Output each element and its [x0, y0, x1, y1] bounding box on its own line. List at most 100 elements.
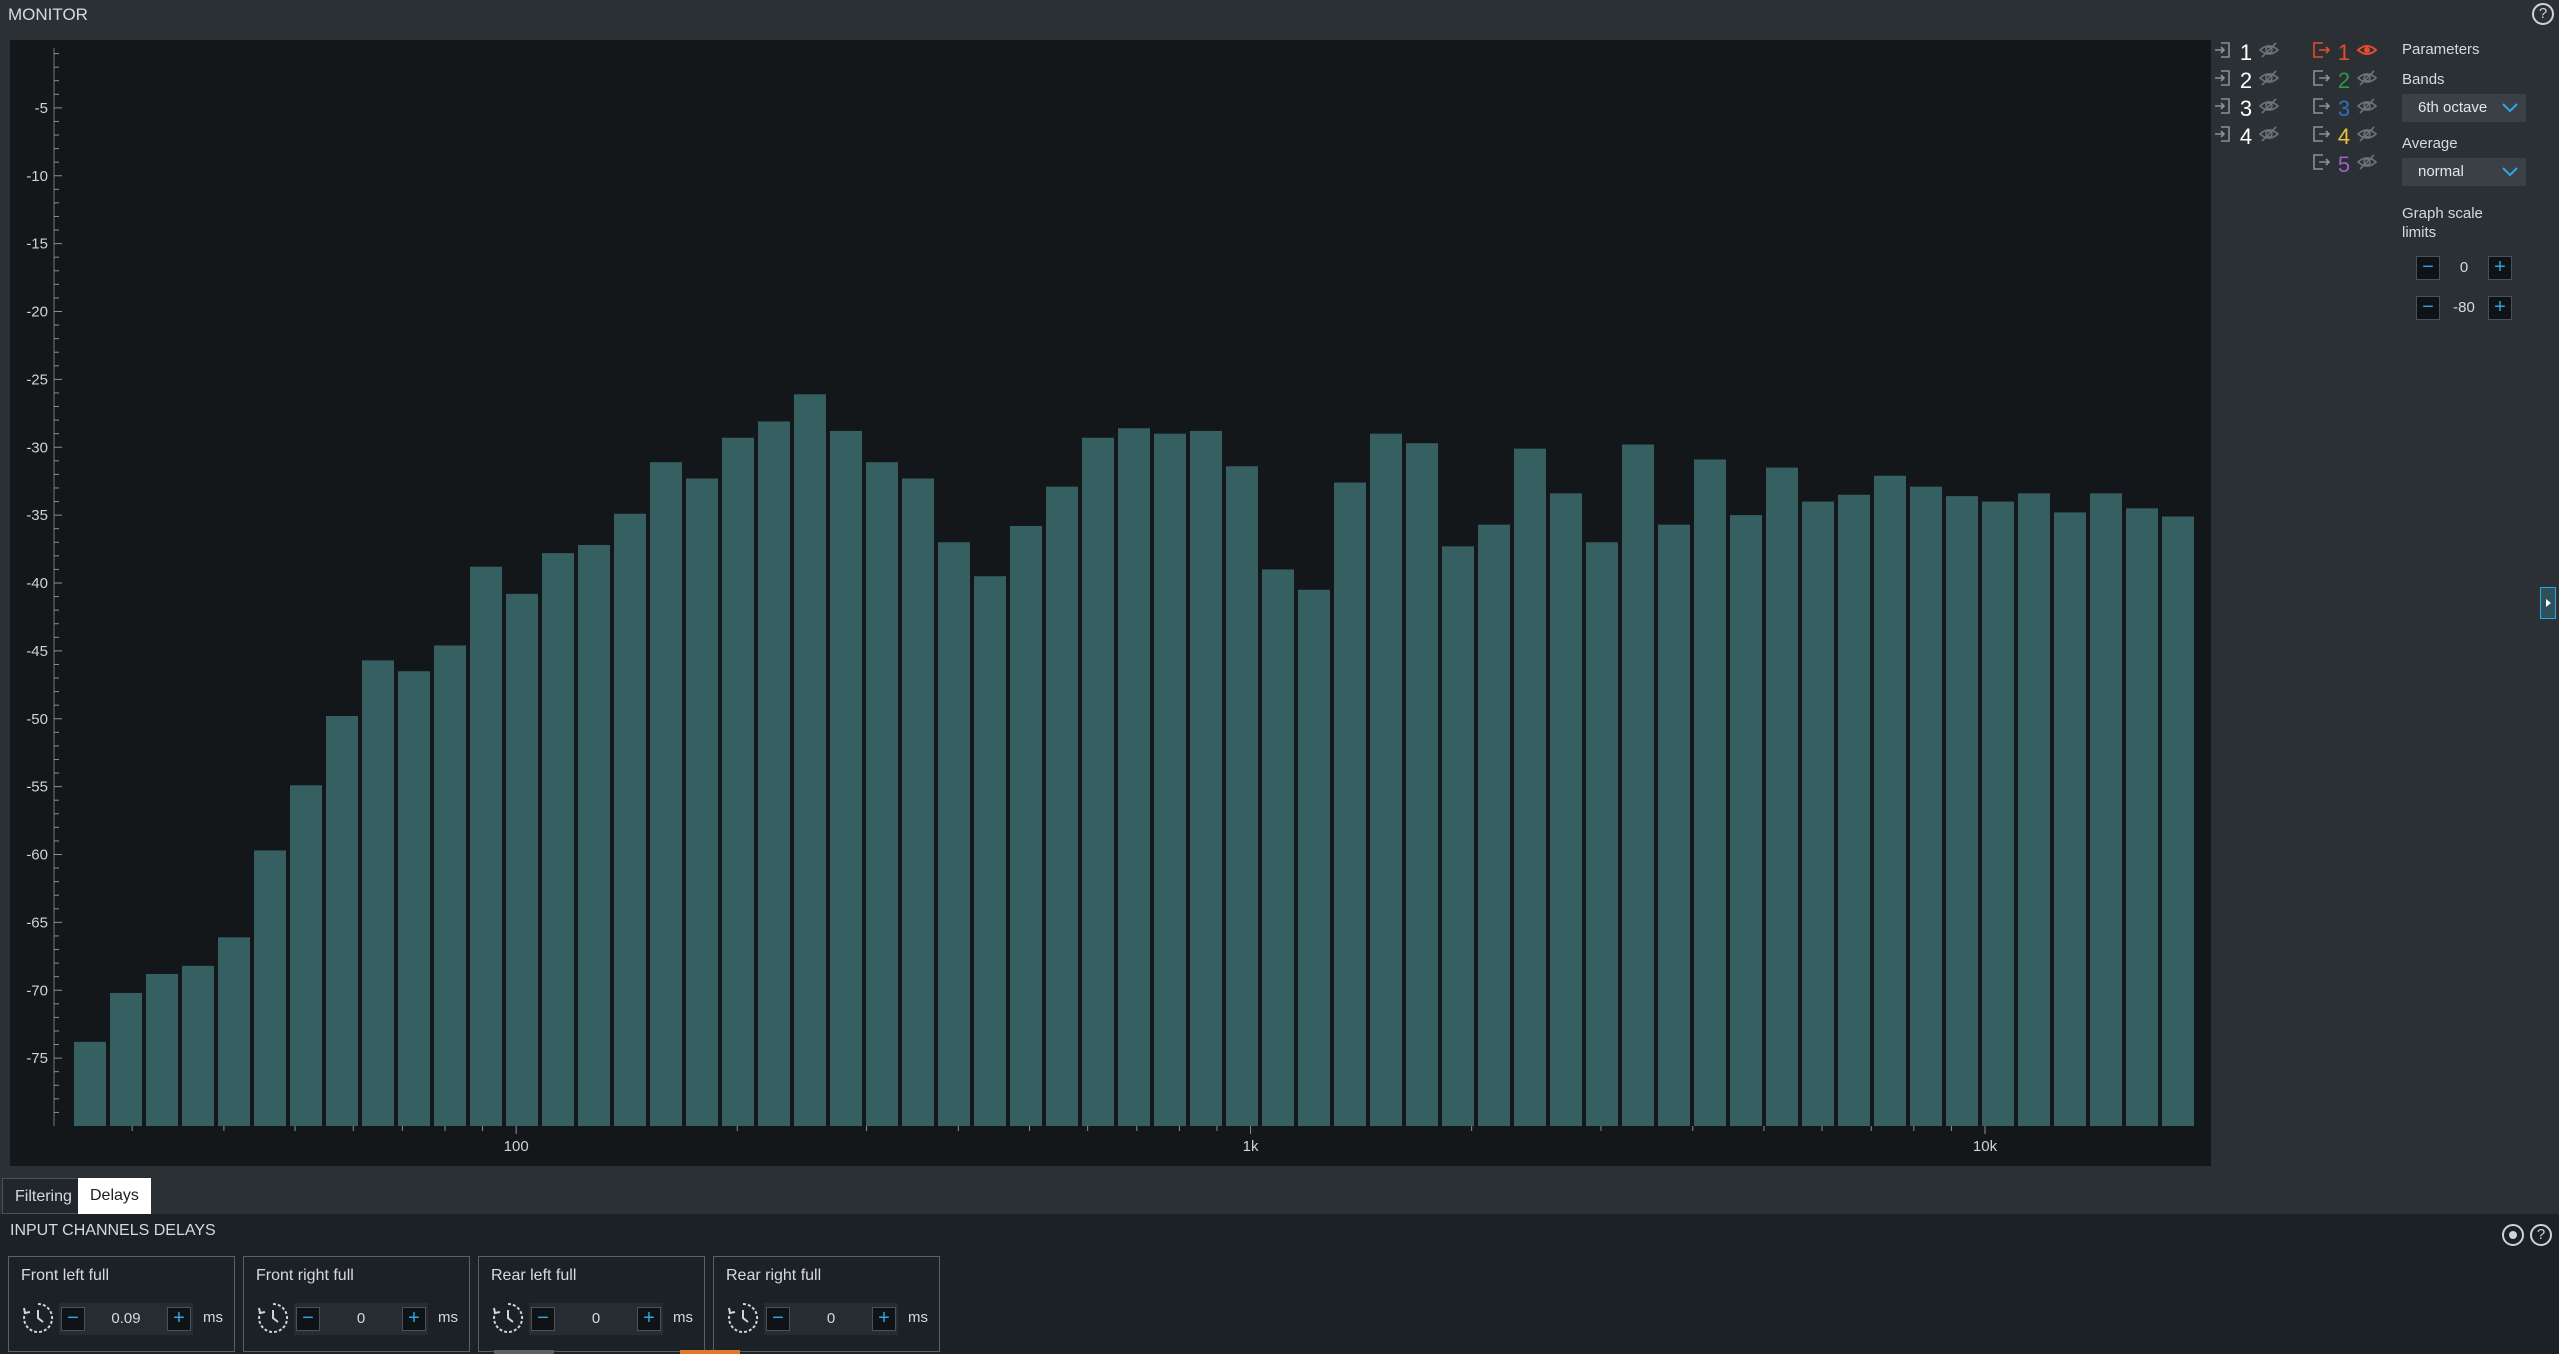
y-tick-label: -70	[26, 982, 48, 999]
delays-help-icon[interactable]: ?	[2530, 1224, 2552, 1246]
delay-decrease-button[interactable]: −	[531, 1307, 555, 1331]
delay-unit: ms	[203, 1309, 223, 1326]
input-channel-4[interactable]: 4	[2212, 123, 2280, 151]
delay-stepper[interactable]: −0.09 +	[59, 1303, 193, 1335]
spectrum-bar	[1118, 428, 1150, 1126]
eye-off-icon[interactable]	[2356, 123, 2378, 151]
spectrum-bar	[1298, 589, 1330, 1126]
spectrum-bar	[434, 645, 466, 1126]
spectrum-bar	[1874, 475, 1906, 1126]
spectrum-bar	[2054, 512, 2086, 1126]
scale-min-stepper[interactable]: − -80 +	[2416, 294, 2512, 322]
spectrum-bar	[650, 462, 682, 1126]
expand-panel-button[interactable]	[2540, 587, 2556, 619]
scale-min-decrease-button[interactable]: −	[2416, 296, 2440, 320]
delay-value[interactable]: 0	[320, 1303, 402, 1335]
spectrum-bar	[290, 785, 322, 1126]
delay-increase-button[interactable]: +	[402, 1307, 426, 1331]
spectrum-bar	[866, 462, 898, 1126]
parameters-title: Parameters	[2402, 41, 2480, 58]
spectrum-bar	[1910, 486, 1942, 1126]
scale-max-value[interactable]: 0	[2440, 254, 2488, 282]
delay-increase-button[interactable]: +	[637, 1307, 661, 1331]
delay-decrease-button[interactable]: −	[766, 1307, 790, 1331]
delay-stepper[interactable]: −0 +	[529, 1303, 663, 1335]
delay-increase-button[interactable]: +	[872, 1307, 896, 1331]
eye-icon[interactable]	[2356, 39, 2378, 67]
spectrum-bar	[1190, 430, 1222, 1127]
spectrum-bar	[1514, 448, 1546, 1126]
eye-off-icon[interactable]	[2356, 95, 2378, 123]
spectrum-bar	[74, 1041, 106, 1126]
scale-max-increase-button[interactable]: +	[2488, 256, 2512, 280]
delay-clock-icon[interactable]	[726, 1301, 760, 1335]
y-tick-label: -50	[26, 711, 48, 728]
input-channel-2[interactable]: 2	[2212, 67, 2280, 95]
bands-select[interactable]: 6th octave	[2402, 94, 2526, 122]
delay-clock-icon[interactable]	[256, 1301, 290, 1335]
eye-off-icon[interactable]	[2258, 39, 2280, 67]
delay-stepper[interactable]: −0 +	[294, 1303, 428, 1335]
output-channel-number: 4	[2337, 124, 2351, 149]
scale-max-decrease-button[interactable]: −	[2416, 256, 2440, 280]
spectrum-bar	[794, 394, 826, 1126]
output-channel-number: 3	[2337, 96, 2351, 121]
scale-min-value[interactable]: -80	[2440, 294, 2488, 322]
reset-icon[interactable]	[2500, 1222, 2526, 1248]
delay-value[interactable]: 0.09	[85, 1303, 167, 1335]
delay-decrease-button[interactable]: −	[296, 1307, 320, 1331]
delay-unit: ms	[673, 1309, 693, 1326]
tab-delays[interactable]: Delays	[78, 1178, 151, 1214]
input-channel-1[interactable]: 1	[2212, 39, 2280, 67]
output-channel-1[interactable]: 1	[2310, 39, 2378, 67]
page-title: MONITOR	[8, 5, 88, 24]
x-tick-label: 100	[504, 1138, 529, 1155]
spectrum-bar	[1334, 482, 1366, 1126]
scale-max-stepper[interactable]: − 0 +	[2416, 254, 2512, 282]
scroll-indicator	[494, 1350, 554, 1354]
spectrum-chart: -5 -10 -15 -20 -25 -30 -35 -40 -45 -50 -55 -60 -65 -7…	[10, 40, 2211, 1166]
delay-channel-label: Rear right full	[726, 1267, 822, 1284]
output-channel-2[interactable]: 2	[2310, 67, 2378, 95]
spectrum-bar	[326, 716, 358, 1126]
average-value: normal	[2418, 163, 2464, 180]
delay-stepper[interactable]: −0 +	[764, 1303, 898, 1335]
spectrum-bar	[1478, 524, 1510, 1126]
output-icon	[2310, 151, 2332, 179]
tab-filtering[interactable]: Filtering	[2, 1178, 85, 1214]
output-channel-number: 1	[2337, 40, 2351, 65]
eye-off-icon[interactable]	[2356, 151, 2378, 179]
spectrum-bar	[1838, 494, 1870, 1126]
spectrum-bar	[146, 973, 178, 1126]
scale-label-2: limits	[2402, 224, 2437, 241]
spectrum-bar	[1982, 501, 2014, 1126]
input-icon	[2212, 39, 2234, 67]
output-channel-5[interactable]: 5	[2310, 151, 2378, 179]
spectrum-bar	[1946, 496, 1978, 1126]
delay-value[interactable]: 0	[555, 1303, 637, 1335]
x-tick-label: 1k	[1243, 1138, 1259, 1155]
delay-increase-button[interactable]: +	[167, 1307, 191, 1331]
input-channel-3[interactable]: 3	[2212, 95, 2280, 123]
y-tick-label: -65	[26, 914, 48, 931]
eye-off-icon[interactable]	[2258, 95, 2280, 123]
average-select[interactable]: normal	[2402, 158, 2526, 186]
delay-clock-icon[interactable]	[491, 1301, 525, 1335]
delays-panel: INPUT CHANNELS DELAYS Front left full −0.…	[0, 1214, 2559, 1354]
chevron-right-icon	[2546, 599, 2551, 607]
delay-value[interactable]: 0	[790, 1303, 872, 1335]
delay-clock-icon[interactable]	[21, 1301, 55, 1335]
eye-off-icon[interactable]	[2356, 67, 2378, 95]
y-tick-label: -10	[26, 168, 48, 185]
spectrum-bar	[1262, 569, 1294, 1126]
eye-off-icon[interactable]	[2258, 123, 2280, 151]
output-channel-4[interactable]: 4	[2310, 123, 2378, 151]
scale-min-increase-button[interactable]: +	[2488, 296, 2512, 320]
delay-decrease-button[interactable]: −	[61, 1307, 85, 1331]
output-channel-number: 2	[2337, 68, 2351, 93]
output-channel-3[interactable]: 3	[2310, 95, 2378, 123]
eye-off-icon[interactable]	[2258, 67, 2280, 95]
spectrum-bar	[110, 992, 142, 1126]
spectrum-bar	[1154, 433, 1186, 1126]
help-icon[interactable]: ?	[2532, 3, 2554, 25]
